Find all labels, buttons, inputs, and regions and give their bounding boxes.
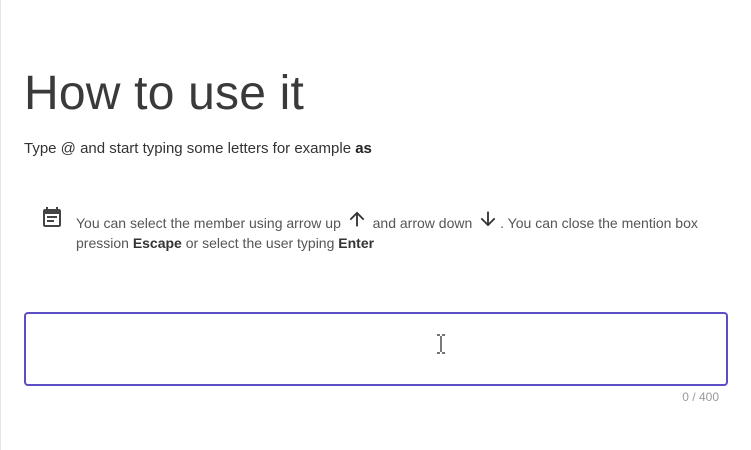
left-divider <box>0 0 1 450</box>
hint-text-part-1: You can select the member using arrow up <box>76 215 341 231</box>
page-title: How to use it <box>24 67 305 120</box>
mention-textarea[interactable] <box>26 314 726 384</box>
arrow-down-icon <box>480 211 496 227</box>
hint-text-part-2: and arrow down <box>372 215 473 231</box>
key-escape: Escape <box>132 235 182 251</box>
arrow-up-icon <box>349 211 365 227</box>
subtitle-example: as <box>355 140 372 157</box>
mention-textarea-field[interactable] <box>24 312 728 386</box>
key-enter: Enter <box>338 235 375 251</box>
character-counter: 0 / 400 <box>682 390 719 404</box>
text-cursor-icon <box>437 334 445 354</box>
calendar-note-icon <box>43 207 61 227</box>
hint-text-part-4: or select the user typing <box>185 235 335 251</box>
hint-text: You can select the member using arrow up… <box>76 208 730 253</box>
subtitle-text: Type @ and start typing some letters for… <box>24 140 352 157</box>
page-subtitle: Type @ and start typing some letters for… <box>24 139 372 159</box>
